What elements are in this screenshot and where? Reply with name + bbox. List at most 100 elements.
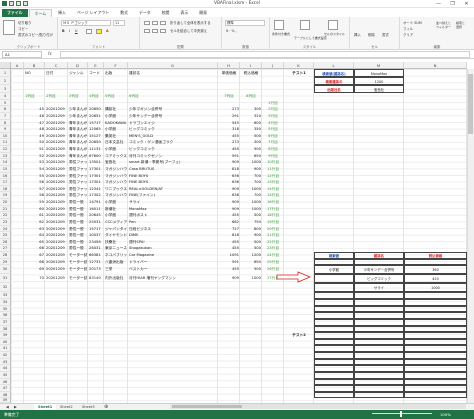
fx-icon[interactable]: fx [48,51,52,56]
row-header-14[interactable]: 14 [0,159,11,166]
font-name-select[interactable]: ＭＳ Ｐゴシック [61,20,111,26]
align-middle-icon[interactable] [152,21,158,25]
ribbon-tab-2[interactable]: 挿入 [53,9,71,17]
sort-filter-button[interactable]: 並べ替えと フィルター [436,21,451,29]
row-header-43[interactable]: 43 [0,358,11,366]
maximize-button[interactable]: ❐ [447,1,458,7]
wrap-text-button[interactable]: 折り返して全体を表示する [170,20,211,25]
insert-button[interactable]: 挿入 [354,32,361,37]
column-header-N[interactable]: N [404,62,467,69]
row-header-38[interactable]: 38 [0,325,11,333]
row-header-22[interactable]: 22 [0,212,11,219]
align-right-icon[interactable] [160,29,166,33]
row-header-33[interactable]: 33 [0,292,11,299]
row-header-42[interactable]: 42 [0,352,11,359]
row-header-27[interactable]: 27 [0,245,11,253]
row-header-47[interactable]: 47 [0,385,11,392]
row-header-46[interactable]: 46 [0,378,11,386]
row-header-39[interactable]: 39 [0,332,11,339]
align-center-icon[interactable] [152,29,158,33]
merge-center-button[interactable]: セルを結合して中央揃え [170,28,207,33]
row-header-28[interactable]: 28 [0,252,11,259]
cut-button[interactable]: 切り取り [18,20,32,25]
clear-button[interactable]: クリア [403,32,413,37]
column-header-J[interactable]: J [262,62,284,69]
row-header-16[interactable]: 16 [0,172,11,180]
column-header-K[interactable]: K [284,62,314,69]
align-bottom-icon[interactable] [160,21,166,25]
align-left-icon[interactable] [144,29,150,33]
ribbon-tab-1[interactable]: ホーム [28,9,53,17]
row-header-9[interactable]: 9 [0,126,11,133]
ribbon-tab-8[interactable]: 開発 [194,9,212,17]
underline-icon[interactable]: U [75,29,77,33]
row-header-12[interactable]: 12 [0,146,11,153]
paste-icon[interactable] [3,20,15,35]
ribbon-tab-7[interactable]: 表示 [175,9,193,17]
row-header-4[interactable]: 4 [0,93,11,100]
column-header-B[interactable]: B [24,62,45,69]
row-header-18[interactable]: 18 [0,185,11,193]
row-header-8[interactable]: 8 [0,119,11,127]
row-header-1[interactable]: 1 [0,69,11,77]
row-header-26[interactable]: 26 [0,238,11,246]
row-header-6[interactable]: 6 [0,106,11,113]
ribbon-tab-3[interactable]: ページ レイアウト [72,9,114,17]
table-format-icon[interactable] [300,20,310,30]
vertical-scroll-thumb[interactable] [468,74,473,134]
column-header-M[interactable]: M [354,62,404,69]
fill-color-icon[interactable] [96,29,102,34]
table-format-button[interactable]: テーブルとして書式設定 [294,36,327,40]
row-header-3[interactable]: 3 [0,85,11,93]
row-header-37[interactable]: 37 [0,318,11,326]
row-header-41[interactable]: 41 [0,345,11,353]
fill-button[interactable]: フィル [403,26,413,31]
format-painter-button[interactable]: 書式のコピー/貼り付け [18,32,53,37]
font-color-icon[interactable]: A [106,29,109,33]
row-header-11[interactable]: 11 [0,139,11,147]
name-box[interactable]: A1 [2,51,42,58]
row-header-45[interactable]: 45 [0,371,11,379]
row-header-10[interactable]: 10 [0,132,11,140]
row-header-23[interactable]: 23 [0,218,11,226]
row-header-24[interactable]: 24 [0,225,11,233]
column-header-A[interactable]: A [11,62,24,69]
row-header-25[interactable]: 25 [0,232,11,239]
copy-button[interactable]: コピー [18,26,28,31]
row-header-20[interactable]: 20 [0,199,11,206]
format-button[interactable]: 書式 [382,32,389,37]
minimize-button[interactable]: — [433,1,444,7]
row-header-15[interactable]: 15 [0,165,11,173]
horizontal-scroll-thumb[interactable] [172,405,242,408]
row-header-40[interactable]: 40 [0,338,11,346]
italic-icon[interactable]: I [69,29,70,33]
ribbon-tab-4[interactable]: 数式 [115,9,133,17]
row-header-7[interactable]: 7 [0,112,11,120]
row-header-19[interactable]: 19 [0,192,11,200]
row-header-21[interactable]: 21 [0,205,11,213]
row-header-48[interactable]: 48 [0,391,11,399]
zoom-slider[interactable] [372,413,432,414]
row-header-35[interactable]: 35 [0,305,11,313]
row-header-5[interactable]: 5 [0,99,11,107]
currency-icon[interactable]: ¥ · % , [226,29,237,33]
close-button[interactable]: ✕ [461,1,472,7]
bold-icon[interactable]: B [62,29,65,33]
column-header-H[interactable]: H [218,62,240,69]
ribbon-tab-0[interactable]: ファイル [2,9,28,17]
column-header-L[interactable]: L [314,62,354,69]
column-header-F[interactable]: F [104,62,128,69]
select-all-corner[interactable] [0,62,11,69]
ribbon-tab-5[interactable]: データ [134,9,156,17]
delete-button[interactable]: 削除 [368,32,375,37]
row-header-31[interactable]: 31 [0,274,11,284]
zoom-level[interactable]: 100% [440,410,451,419]
row-header-17[interactable]: 17 [0,179,11,186]
conditional-format-button[interactable]: 条件付き書式 [272,32,290,36]
font-size-select[interactable]: 11 [113,20,125,26]
row-header-44[interactable]: 44 [0,365,11,372]
column-header-G[interactable]: G [128,62,218,69]
row-header-13[interactable]: 13 [0,152,11,160]
row-header-32[interactable]: 32 [0,283,11,293]
column-header-E[interactable]: E [88,62,104,69]
